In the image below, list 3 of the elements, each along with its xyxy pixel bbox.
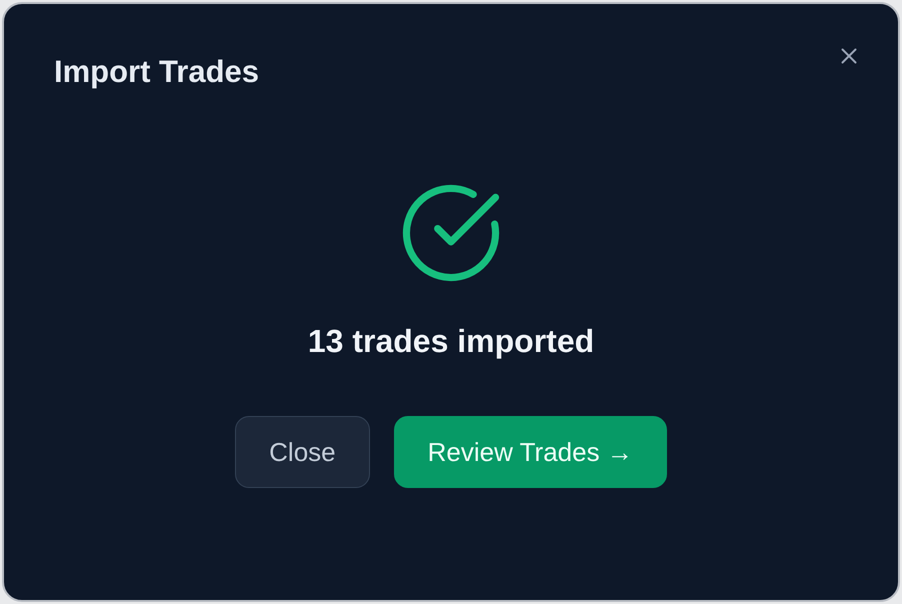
dialog-title: Import Trades (54, 53, 259, 91)
status-message: 13 trades imported (308, 322, 594, 361)
close-button[interactable]: Close (235, 416, 370, 488)
